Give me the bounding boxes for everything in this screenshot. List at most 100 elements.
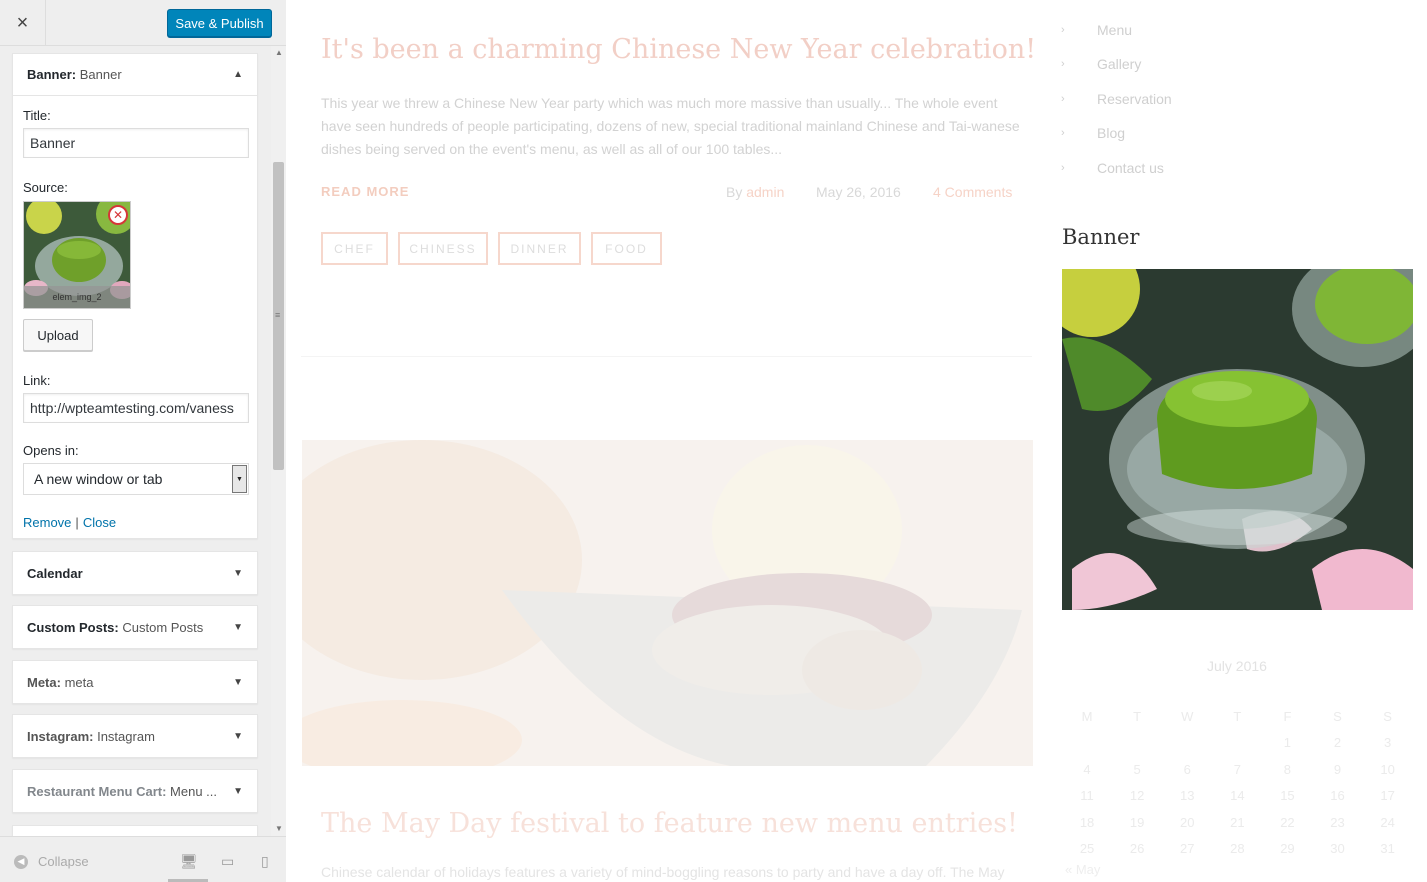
- calendar-table: M T W T F S S 1 2 3 4 5 6 7 8 9 10 11 12 13 14 15 16 17 1…: [1062, 703, 1413, 862]
- chevron-up-icon[interactable]: ▲: [233, 69, 243, 80]
- calendar-weeks: 1 2 3 4 5 6 7 8 9 10 11 12 13 14 15 16 17 18 19 20 21 22 23 24 2…: [1062, 730, 1413, 863]
- tag-dinner[interactable]: DINNER: [498, 232, 581, 265]
- calendar-day-cell: 1: [1283, 735, 1292, 751]
- author-link[interactable]: admin: [746, 184, 784, 200]
- menu-item-label: Contact us: [1097, 160, 1164, 176]
- next-widget-partial[interactable]: [12, 825, 258, 836]
- calendar-day-header: T: [1133, 708, 1142, 724]
- calendar-day-cell: 15: [1280, 788, 1295, 804]
- widgets-scroll-area: Banner: Banner ▲ Title: Banner Source: e…: [0, 46, 272, 836]
- widget-name: Meta:: [27, 674, 61, 690]
- opens-in-select[interactable]: A new window or tab ▼: [23, 463, 249, 495]
- calendar-day-cell: 19: [1129, 814, 1145, 830]
- calendar-week-row: 18 19 20 21 22 23 24: [1062, 809, 1413, 836]
- widget-instance: meta: [64, 674, 94, 690]
- chevron-down-icon[interactable]: ▼: [233, 731, 243, 742]
- dropdown-arrow-icon[interactable]: ▼: [232, 465, 247, 493]
- link-label: Link:: [23, 373, 51, 388]
- title-label: Title:: [23, 108, 51, 123]
- close-link[interactable]: Close: [83, 515, 116, 530]
- sidebar-menu-item-menu[interactable]: › Menu: [1061, 22, 1132, 38]
- chevron-down-icon[interactable]: ▼: [233, 568, 243, 579]
- sidebar-menu-item-contact[interactable]: › Contact us: [1061, 160, 1164, 176]
- banner-widget-header[interactable]: Banner: Banner ▲: [13, 54, 257, 96]
- tablet-preview-icon[interactable]: ▭: [221, 853, 234, 870]
- actions-separator: |: [75, 515, 79, 530]
- sidebar-menu-item-gallery[interactable]: › Gallery: [1061, 56, 1141, 72]
- calendar-day-cell: 25: [1079, 841, 1095, 857]
- post-author: By admin: [726, 184, 784, 200]
- calendar-day-cell: 31: [1380, 841, 1395, 857]
- tag-chef[interactable]: CHEF: [321, 232, 388, 265]
- chevron-right-icon: ›: [1061, 162, 1065, 174]
- chevron-down-icon[interactable]: ▼: [233, 677, 243, 688]
- calendar-day-cell: 6: [1183, 761, 1191, 777]
- tag-food[interactable]: FOOD: [591, 232, 662, 265]
- calendar-day-header: S: [1333, 708, 1342, 724]
- instagram-widget[interactable]: Instagram: Instagram ▼: [12, 714, 258, 758]
- title-input[interactable]: Banner: [23, 128, 249, 158]
- calendar-day-cell: 18: [1079, 814, 1095, 830]
- source-image-thumbnail[interactable]: elem_img_2 ✕: [23, 201, 131, 309]
- calendar-day-cell: 24: [1380, 814, 1395, 830]
- widget-instance: Instagram: [97, 728, 155, 744]
- remove-image-icon[interactable]: ✕: [108, 205, 128, 225]
- calendar-prev-link[interactable]: « May: [1065, 862, 1100, 877]
- sidebar-scrollbar[interactable]: ▲ ≡ ▼: [271, 46, 286, 836]
- menu-item-label: Reservation: [1097, 91, 1172, 107]
- chevron-down-icon[interactable]: ▼: [233, 786, 243, 797]
- menu-item-label: Gallery: [1097, 56, 1142, 72]
- scroll-down-icon[interactable]: ▼: [275, 824, 283, 833]
- remove-link[interactable]: Remove: [23, 515, 71, 530]
- scroll-grip-icon: ≡: [275, 310, 281, 320]
- widget-actions: Remove | Close: [23, 515, 247, 530]
- opens-in-value: A new window or tab: [34, 471, 163, 487]
- calendar-day-cell: 10: [1380, 761, 1395, 777]
- post-excerpt: This year we threw a Chinese New Year pa…: [321, 95, 1020, 157]
- post-featured-image[interactable]: [302, 440, 1033, 766]
- save-publish-button[interactable]: Save & Publish: [167, 9, 272, 37]
- menu-item-label: Blog: [1097, 125, 1126, 141]
- banner-widget-title: Banner: [1062, 225, 1140, 249]
- post-title[interactable]: It's been a charming Chinese New Year ce…: [321, 34, 1036, 65]
- calendar-day-cell: 14: [1230, 788, 1245, 804]
- widget-name: Instagram:: [27, 728, 94, 744]
- post-title[interactable]: The May Day festival to feature new menu…: [321, 808, 1018, 839]
- calendar-day-cell: 4: [1083, 761, 1091, 777]
- calendar-day-header: W: [1181, 708, 1194, 724]
- post-date: May 26, 2016: [816, 184, 901, 200]
- sidebar-menu-item-blog[interactable]: › Blog: [1061, 125, 1125, 141]
- collapse-icon: ◀: [14, 854, 28, 869]
- upload-button[interactable]: Upload: [23, 319, 93, 351]
- banner-widget: Banner: Banner ▲ Title: Banner Source: e…: [12, 53, 258, 539]
- mobile-preview-icon[interactable]: ▯: [261, 853, 269, 870]
- post-excerpt: Chinese calendar of holidays features a …: [321, 864, 1005, 880]
- close-icon[interactable]: ×: [0, 0, 46, 46]
- read-more-link[interactable]: READ MORE: [321, 184, 409, 199]
- link-input[interactable]: http://wpteamtesting.com/vaness: [23, 393, 249, 423]
- chevron-down-icon[interactable]: ▼: [233, 622, 243, 633]
- site-preview: It's been a charming Chinese New Year ce…: [287, 0, 1427, 882]
- banner-image[interactable]: [1062, 269, 1413, 610]
- widget-instance: Custom Posts: [122, 619, 204, 635]
- meta-widget[interactable]: Meta: meta ▼: [12, 660, 258, 704]
- custom-posts-widget[interactable]: Custom Posts: Custom Posts ▼: [12, 605, 258, 649]
- calendar-widget[interactable]: Calendar ▼: [12, 551, 258, 595]
- customizer-header: × Save & Publish: [0, 0, 286, 46]
- calendar-day-cell: 22: [1280, 814, 1295, 830]
- widget-name: Calendar: [27, 565, 83, 581]
- sidebar-menu-item-reservation[interactable]: › Reservation: [1061, 91, 1172, 107]
- restaurant-menu-cart-widget[interactable]: Restaurant Menu Cart: Menu ... ▼: [12, 769, 258, 813]
- calendar-day-header: S: [1383, 708, 1392, 724]
- calendar-day-header: T: [1233, 708, 1242, 724]
- calendar-day-cell: 29: [1280, 841, 1295, 857]
- desktop-preview-icon[interactable]: 🖥: [180, 853, 198, 870]
- collapse-button[interactable]: ◀ Collapse: [14, 854, 89, 869]
- comments-link[interactable]: 4 Comments: [933, 184, 1012, 200]
- widget-name: Restaurant Menu Cart:: [27, 783, 167, 799]
- calendar-week-row: 25 26 27 28 29 30 31: [1062, 836, 1413, 863]
- by-label: By: [726, 184, 743, 200]
- customizer-panel: × Save & Publish Banner: Banner ▲ Title:…: [0, 0, 286, 882]
- scroll-up-icon[interactable]: ▲: [275, 48, 283, 57]
- tag-chiness[interactable]: CHINESS: [398, 232, 488, 265]
